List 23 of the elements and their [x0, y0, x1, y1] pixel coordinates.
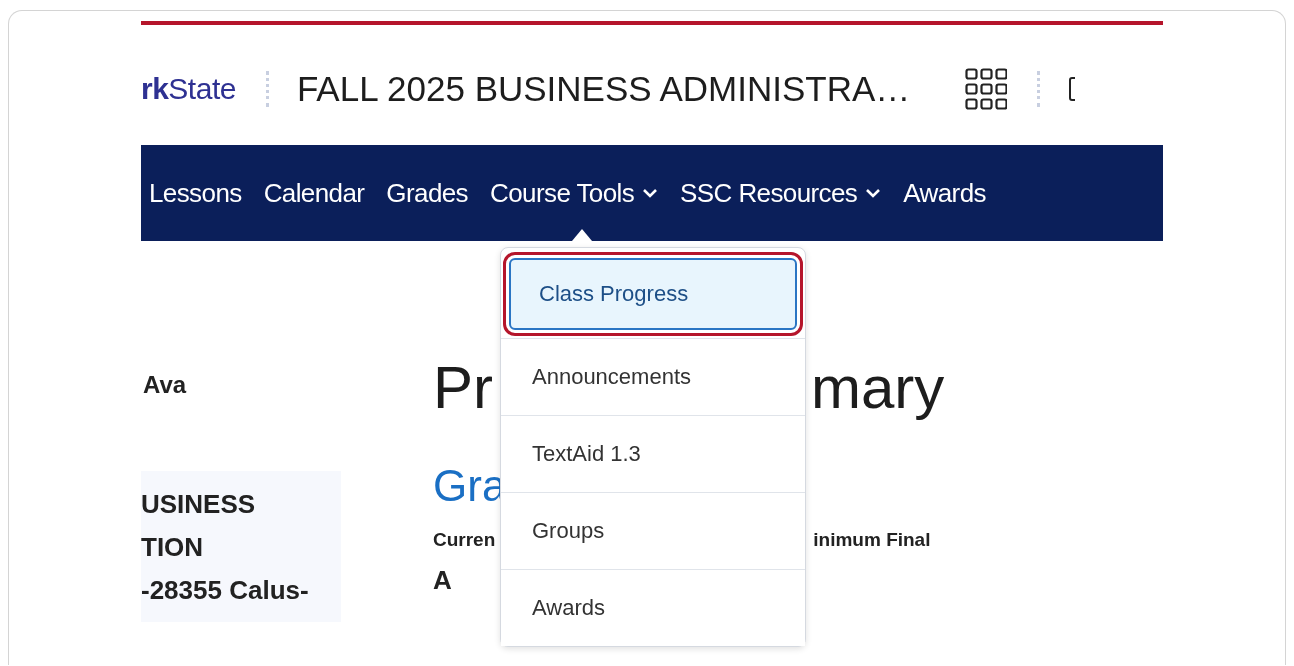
- nav-item[interactable]: Lessons: [141, 177, 256, 209]
- menu-item[interactable]: Announcements: [501, 338, 805, 415]
- course-name-text: USINESS: [141, 488, 257, 521]
- course-title: FALL 2025 BUSINESS ADMINISTRA…: [296, 69, 912, 109]
- course-card[interactable]: USINESS TION -28355 Calus-: [141, 471, 341, 622]
- nav-item[interactable]: Calendar: [255, 177, 379, 209]
- course-name-text: -28355 Calus-: [141, 574, 310, 607]
- menu-item[interactable]: Awards: [501, 569, 805, 646]
- course-name-text: TION: [141, 531, 205, 564]
- nav-item[interactable]: Awards: [895, 177, 1000, 209]
- page-heading: Pr: [433, 353, 493, 423]
- grade-label: inimum Final: [813, 529, 931, 551]
- menu-item[interactable]: TextAid 1.3: [501, 415, 805, 492]
- nav-item[interactable]: Course Tools: [482, 177, 673, 209]
- grade-value: A: [433, 565, 452, 596]
- logo-text[interactable]: rkState: [141, 72, 236, 106]
- menu-item[interactable]: Groups: [501, 492, 805, 569]
- nav-item[interactable]: SSC Resources: [672, 177, 896, 209]
- page-heading: mary: [811, 353, 945, 423]
- nav-item[interactable]: Grades: [378, 177, 483, 209]
- user-name: Ava: [143, 371, 188, 400]
- app-grid-icon[interactable]: [964, 68, 1007, 110]
- grade-label: Curren: [433, 529, 496, 551]
